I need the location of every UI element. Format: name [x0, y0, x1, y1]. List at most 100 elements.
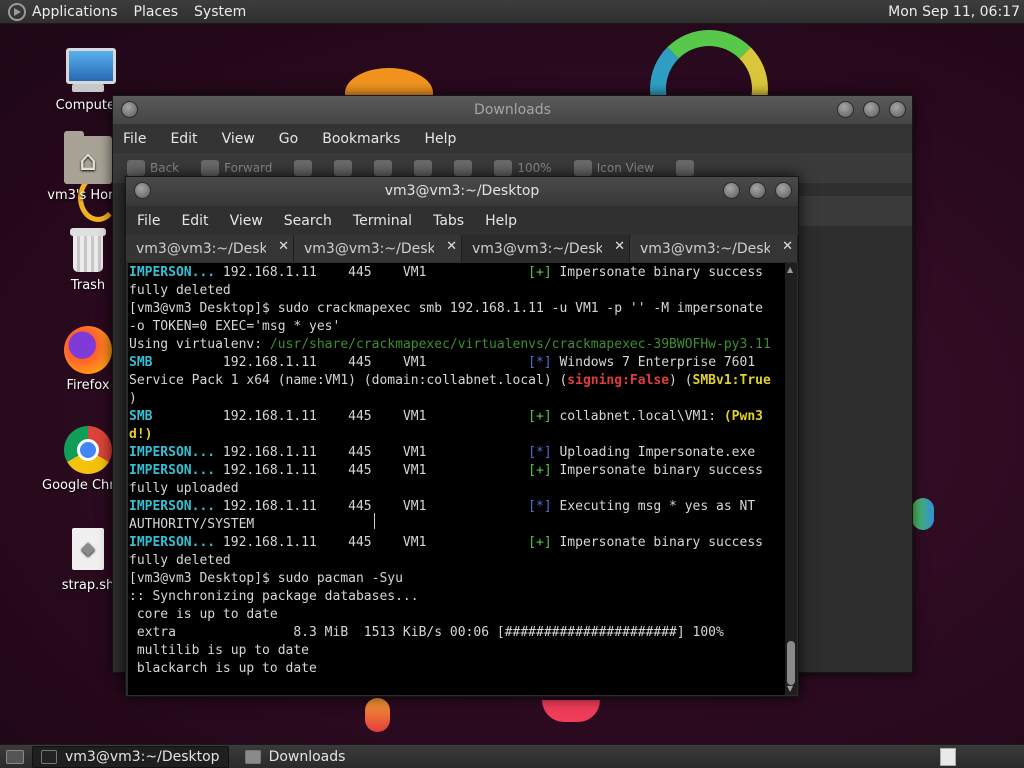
back-button[interactable]: Back: [127, 160, 179, 176]
scroll-up-icon[interactable]: ▲: [787, 265, 793, 274]
close-button[interactable]: [775, 182, 792, 199]
terminal-line: IMPERSON... 192.168.1.11 445 VM1 [*] Exe…: [129, 498, 785, 516]
terminal-line: SMB 192.168.1.11 445 VM1 [+] collabnet.l…: [129, 408, 785, 426]
terminal-text-segment: signing:False: [567, 373, 670, 388]
terminal-text-segment: IMPERSON...: [129, 265, 216, 280]
tab-label: vm3@vm3:~/Deskt...: [640, 240, 770, 257]
menu-view[interactable]: View: [222, 131, 255, 147]
window-menu-button[interactable]: [134, 182, 151, 199]
close-button[interactable]: [889, 101, 906, 118]
terminal-line: [vm3@vm3 Desktop]$ sudo pacman -Syu: [129, 570, 785, 588]
menu-edit[interactable]: Edit: [170, 131, 197, 147]
zoom-level: 100%: [517, 161, 552, 175]
menu-help[interactable]: Help: [424, 131, 456, 147]
view-mode-select[interactable]: Icon View: [573, 160, 655, 176]
terminal-line: [vm3@vm3 Desktop]$ sudo crackmapexec smb…: [129, 300, 785, 318]
scroll-down-icon[interactable]: ▼: [787, 684, 793, 693]
minimize-button[interactable]: [837, 101, 854, 118]
terminal-text-segment: Impersonate binary success: [551, 535, 763, 550]
terminal-text-segment: -o TOKEN=0 EXEC='msg * yes': [129, 319, 341, 334]
menu-help[interactable]: Help: [485, 213, 517, 229]
menu-edit[interactable]: Edit: [181, 213, 208, 229]
terminal-text-segment: Executing msg * yes as NT: [551, 499, 756, 514]
menu-bookmarks[interactable]: Bookmarks: [322, 131, 400, 147]
scrollbar-thumb[interactable]: [787, 641, 795, 685]
close-tab-icon[interactable]: ✕: [782, 239, 793, 254]
maximize-button[interactable]: [749, 182, 766, 199]
menu-go[interactable]: Go: [279, 131, 298, 147]
file-manager-titlebar[interactable]: Downloads: [113, 96, 912, 124]
home-icon[interactable]: [414, 160, 433, 176]
terminal-icon: [41, 749, 57, 764]
taskbar-item-terminal[interactable]: vm3@vm3:~/Desktop: [32, 745, 229, 768]
show-desktop-button[interactable]: [6, 749, 24, 764]
terminal-text-segment: /usr/share/crackmapexec/virtualenvs/crac…: [269, 337, 771, 352]
folder-icon: [244, 749, 261, 764]
close-tab-icon[interactable]: ✕: [614, 239, 625, 254]
taskbar-item-downloads[interactable]: Downloads: [237, 746, 354, 768]
reload-icon[interactable]: [374, 160, 393, 176]
terminal-line: fully uploaded: [129, 480, 785, 498]
menu-file[interactable]: File: [123, 131, 146, 147]
terminal-scrollbar[interactable]: ▲ ▼: [785, 263, 797, 695]
stop-icon[interactable]: [334, 160, 353, 176]
terminal-line: -o TOKEN=0 EXEC='msg * yes': [129, 318, 785, 336]
clock[interactable]: Mon Sep 11, 06:17: [888, 4, 1020, 20]
menu-applications[interactable]: Applications: [32, 4, 118, 20]
terminal-text-segment: ) (: [669, 373, 693, 388]
menu-file[interactable]: File: [137, 213, 160, 229]
menu-places[interactable]: Places: [134, 4, 179, 20]
terminal-text-segment: AUTHORITY/SYSTEM: [129, 517, 255, 532]
close-tab-icon[interactable]: ✕: [278, 239, 289, 254]
terminal-text-segment: [*]: [528, 445, 552, 460]
terminal-text-segment: [+]: [528, 535, 552, 550]
bottom-panel: vm3@vm3:~/Desktop Downloads: [0, 744, 1024, 768]
terminal-tab-active[interactable]: vm3@vm3:~/Deskt... ✕: [462, 235, 630, 262]
terminal-text-segment: fully deleted: [129, 283, 231, 298]
view-mode-label: Icon View: [596, 161, 655, 175]
terminal-text-segment: Uploading Impersonate.exe: [551, 445, 756, 460]
search-icon[interactable]: [676, 160, 695, 176]
back-label: Back: [150, 161, 180, 175]
up-icon[interactable]: [294, 160, 313, 176]
zoom-control[interactable]: 100%: [494, 160, 552, 176]
terminal-tab[interactable]: vm3@vm3:~/Deskt... ✕: [126, 235, 294, 262]
terminal-text-segment: Impersonate binary success: [551, 265, 763, 280]
terminal-text-segment: Impersonate binary success: [551, 463, 763, 478]
forward-button[interactable]: Forward: [201, 160, 272, 176]
terminal-line: blackarch is up to date: [129, 660, 785, 678]
text-cursor-icon: [374, 513, 376, 529]
menu-logo-icon[interactable]: [8, 2, 26, 21]
close-tab-icon[interactable]: ✕: [446, 239, 457, 254]
maximize-button[interactable]: [863, 101, 880, 118]
terminal-text-segment: [vm3@vm3 Desktop]$ sudo crackmapexec smb…: [129, 301, 763, 316]
terminal-text-segment: [+]: [528, 265, 552, 280]
terminal-text-segment: [vm3@vm3 Desktop]$ sudo pacman -Syu: [129, 571, 403, 586]
terminal-titlebar[interactable]: vm3@vm3:~/Desktop: [126, 177, 798, 206]
forward-arrow-icon: [201, 160, 220, 176]
terminal-text-segment: 192.168.1.11 445 VM1: [215, 463, 529, 478]
tab-label: vm3@vm3:~/Deskt...: [472, 240, 602, 257]
taskbar-item-label: vm3@vm3:~/Desktop: [65, 748, 220, 765]
terminal-tab[interactable]: vm3@vm3:~/Deskt... ✕: [630, 235, 798, 262]
terminal-line: multilib is up to date: [129, 642, 785, 660]
window-menu-button[interactable]: [121, 101, 138, 118]
terminal-text-segment: Using virtualenv:: [129, 337, 270, 352]
terminal-tab[interactable]: vm3@vm3:~/Deskt... ✕: [294, 235, 462, 262]
terminal-line: :: Synchronizing package databases...: [129, 588, 785, 606]
terminal-output[interactable]: IMPERSON... 192.168.1.11 445 VM1 [+] Imp…: [128, 263, 785, 695]
terminal-line: IMPERSON... 192.168.1.11 445 VM1 [*] Upl…: [129, 444, 785, 462]
menu-search[interactable]: Search: [284, 213, 332, 229]
terminal-text-segment: ): [129, 391, 137, 406]
computer-icon[interactable]: [454, 160, 473, 176]
terminal-text-segment: IMPERSON...: [129, 463, 216, 478]
minimize-button[interactable]: [723, 182, 740, 199]
terminal-text-segment: IMPERSON...: [129, 499, 216, 514]
workspace-switcher[interactable]: [940, 747, 956, 766]
terminal-tabbar: vm3@vm3:~/Deskt... ✕ vm3@vm3:~/Deskt... …: [126, 235, 798, 262]
menu-view[interactable]: View: [230, 213, 263, 229]
menu-terminal[interactable]: Terminal: [353, 213, 412, 229]
terminal-text-segment: fully deleted: [129, 553, 231, 568]
menu-tabs[interactable]: Tabs: [433, 213, 464, 229]
menu-system[interactable]: System: [194, 4, 246, 20]
